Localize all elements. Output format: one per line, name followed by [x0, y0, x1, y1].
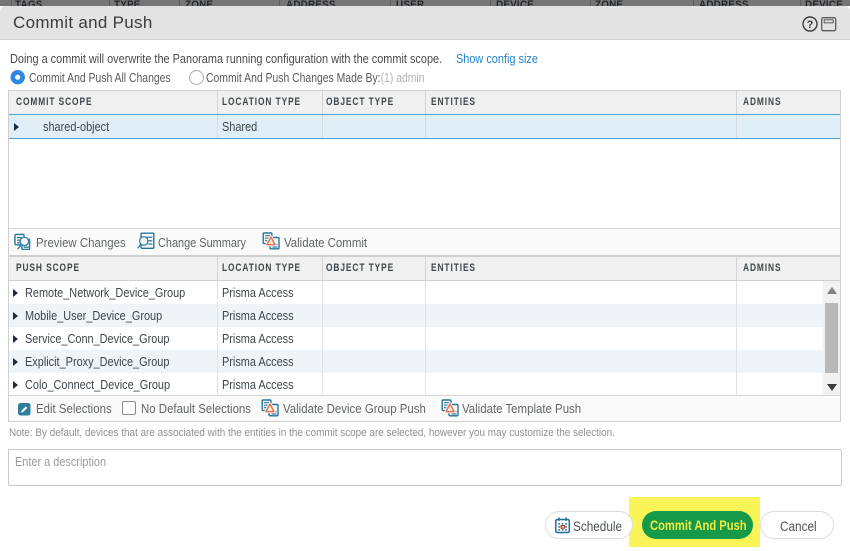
svg-text:?: ? — [807, 19, 814, 31]
